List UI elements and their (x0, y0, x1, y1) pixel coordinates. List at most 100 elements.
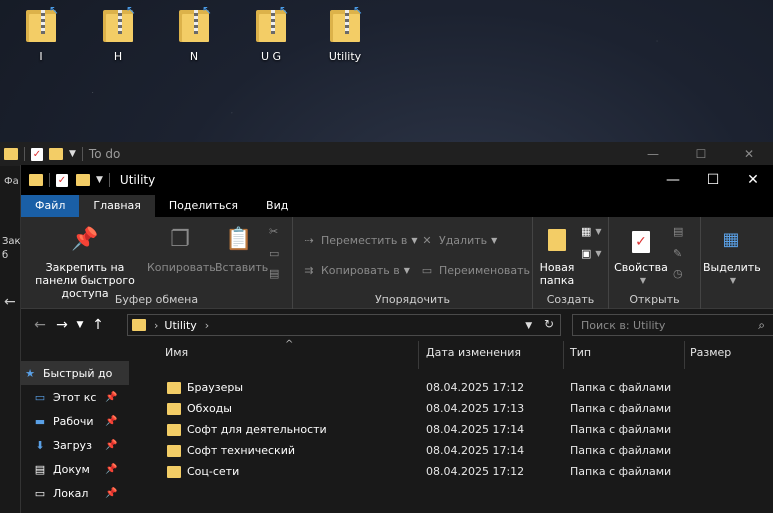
rename-button[interactable]: ▭ Переименовать (419, 263, 530, 277)
pin-quick-access-button[interactable]: 📌 Закрепить на панели быстрого доступа (25, 227, 145, 300)
column-divider[interactable] (684, 341, 685, 369)
recent-locations-button[interactable]: ▼ (73, 320, 87, 330)
close-button[interactable]: ✕ (725, 142, 773, 166)
search-icon[interactable]: ⌕ (758, 318, 765, 333)
history-icon[interactable]: ◷ (673, 267, 683, 280)
nav-item-quick-access[interactable]: ★ Быстрый до (21, 361, 129, 385)
select-button[interactable]: ▦ Выделить ▼ (703, 227, 761, 287)
properties-icon[interactable]: ✓ (31, 147, 43, 161)
column-header-size[interactable]: Размер (690, 346, 731, 359)
back-window-fragment: Фа Закр б ← (0, 166, 20, 513)
rename-label: Переименовать (439, 263, 531, 277)
copy-path-icon[interactable]: ▭ (269, 247, 279, 260)
file-row[interactable]: Браузеры 08.04.2025 17:12 Папка с файлам… (147, 377, 773, 398)
copy-button[interactable]: ❐ Копировать (147, 227, 216, 274)
ribbon: 📌 Закрепить на панели быстрого доступа ❐… (21, 217, 773, 309)
new-item-icon[interactable]: ▦ ▼ (581, 225, 602, 238)
chevron-down-icon: ▼ (639, 276, 647, 285)
folder-icon (167, 381, 181, 394)
select-group: ▦ Выделить ▼ (701, 217, 761, 309)
easy-access-icon[interactable]: ▣ ▼ (581, 247, 602, 260)
paste-label: Вставить (215, 261, 269, 274)
new-folder-button[interactable]: Новая папка (537, 227, 577, 287)
zip-folder-icon: ↖ (254, 4, 289, 44)
move-to-button[interactable]: ⇢ Переместить в ▼ (301, 233, 417, 247)
back-window-title: To do (88, 147, 121, 161)
minimize-button[interactable]: — (629, 142, 677, 166)
new-folder-icon[interactable] (49, 148, 63, 160)
nav-item-this-pc[interactable]: ▭ Этот кс 📌 (21, 385, 129, 409)
search-input[interactable]: Поиск в: Utility ⌕ (572, 314, 773, 336)
refresh-icon[interactable]: ↻ (544, 317, 554, 331)
chevron-down-icon[interactable]: ▼ (69, 149, 76, 159)
folder-icon (29, 174, 43, 186)
file-type: Папка с файлами (570, 402, 672, 415)
folder-icon (132, 319, 146, 331)
maximize-button[interactable]: ☐ (693, 165, 733, 195)
move-to-label: Переместить в (321, 233, 408, 247)
back-arrow-icon[interactable]: ← (4, 294, 16, 310)
file-row[interactable]: Соц-сети 08.04.2025 17:12 Папка с файлам… (147, 461, 773, 482)
column-header-date[interactable]: Дата изменения (426, 346, 521, 359)
column-divider[interactable] (563, 341, 564, 369)
desktop-folder-h[interactable]: ↖ H (83, 4, 153, 63)
explorer-window[interactable]: ✓ ▼ Utility — ☐ ✕ Файл Главная Поделитьс… (20, 165, 773, 513)
tab-share[interactable]: Поделиться (155, 195, 252, 217)
cut-icon[interactable]: ✂ (269, 225, 278, 238)
zip-folder-icon: ↖ (24, 4, 59, 44)
breadcrumb[interactable]: Utility (164, 319, 196, 332)
paste-shortcut-icon[interactable]: ▤ (269, 267, 279, 280)
forward-button[interactable]: → (51, 317, 73, 333)
drive-icon: ▭ (34, 486, 46, 500)
rename-icon: ▭ (421, 263, 433, 277)
nav-item-desktop[interactable]: ▬ Рабочи 📌 (21, 409, 129, 433)
file-date: 08.04.2025 17:13 (426, 402, 525, 415)
file-row[interactable]: Обходы 08.04.2025 17:13 Папка с файлами (147, 398, 773, 419)
close-button[interactable]: ✕ (733, 165, 773, 195)
properties-icon[interactable]: ✓ (56, 173, 68, 187)
open-group: ✓ Свойства ▼ ▤ ✎ ◷ Открыть (609, 217, 701, 309)
nav-item-downloads[interactable]: ⬇ Загруз 📌 (21, 433, 129, 457)
tab-home[interactable]: Главная (79, 195, 155, 217)
file-row[interactable]: Софт технический 08.04.2025 17:14 Папка … (147, 440, 773, 461)
chevron-down-icon[interactable]: ▼ (525, 321, 532, 331)
copy-to-button[interactable]: ⇉ Копировать в ▼ (301, 263, 409, 277)
desktop-icon-label: N (189, 50, 199, 63)
pin-icon: 📌 (105, 463, 118, 475)
column-header-type[interactable]: Тип (570, 346, 591, 359)
tab-view[interactable]: Вид (252, 195, 302, 217)
address-bar[interactable]: › Utility › ▼ ↻ (127, 314, 561, 336)
chevron-right-icon[interactable]: › (205, 319, 209, 332)
nav-item-documents[interactable]: ▤ Докум 📌 (21, 457, 129, 481)
desktop-folder-i[interactable]: ↖ I (6, 4, 76, 63)
edit-icon[interactable]: ✎ (673, 247, 682, 260)
tab-file[interactable]: Файл (21, 195, 80, 217)
desktop-folder-utility[interactable]: ↖ Utility (310, 4, 380, 63)
minimize-button[interactable]: — (653, 165, 693, 195)
up-button[interactable]: ↑ (87, 317, 109, 333)
desktop-folder-ug[interactable]: ↖ U G (236, 4, 306, 63)
create-group: Новая папка ▦ ▼ ▣ ▼ Создать (533, 217, 609, 309)
chevron-down-icon[interactable]: ▼ (96, 175, 103, 185)
copy-label: Копировать (147, 261, 216, 274)
folder-icon (167, 465, 181, 478)
chevron-right-icon[interactable]: › (154, 319, 158, 332)
properties-button[interactable]: ✓ Свойства ▼ (613, 227, 669, 287)
back-button[interactable]: ← (29, 317, 51, 333)
column-header-name[interactable]: Имя (165, 346, 188, 359)
nav-item-label: Этот кс (53, 390, 97, 404)
open-icon[interactable]: ▤ (673, 225, 683, 238)
paste-button[interactable]: 📋 Вставить (215, 227, 269, 274)
copy-to-label: Копировать в (321, 263, 400, 277)
desktop-folder-n[interactable]: ↖ N (159, 4, 229, 63)
column-divider[interactable] (418, 341, 419, 369)
document-icon: ▤ (34, 462, 46, 476)
file-type: Папка с файлами (570, 465, 672, 478)
file-row[interactable]: Софт для деятельности 08.04.2025 17:14 П… (147, 419, 773, 440)
delete-button[interactable]: ✕ Удалить ▼ (419, 233, 497, 247)
nav-item-label: Быстрый до (43, 366, 113, 380)
maximize-button[interactable]: ☐ (677, 142, 725, 166)
download-icon: ⬇ (35, 438, 45, 452)
nav-item-local-disk[interactable]: ▭ Локал 📌 (21, 481, 129, 505)
new-folder-icon[interactable] (76, 174, 90, 186)
